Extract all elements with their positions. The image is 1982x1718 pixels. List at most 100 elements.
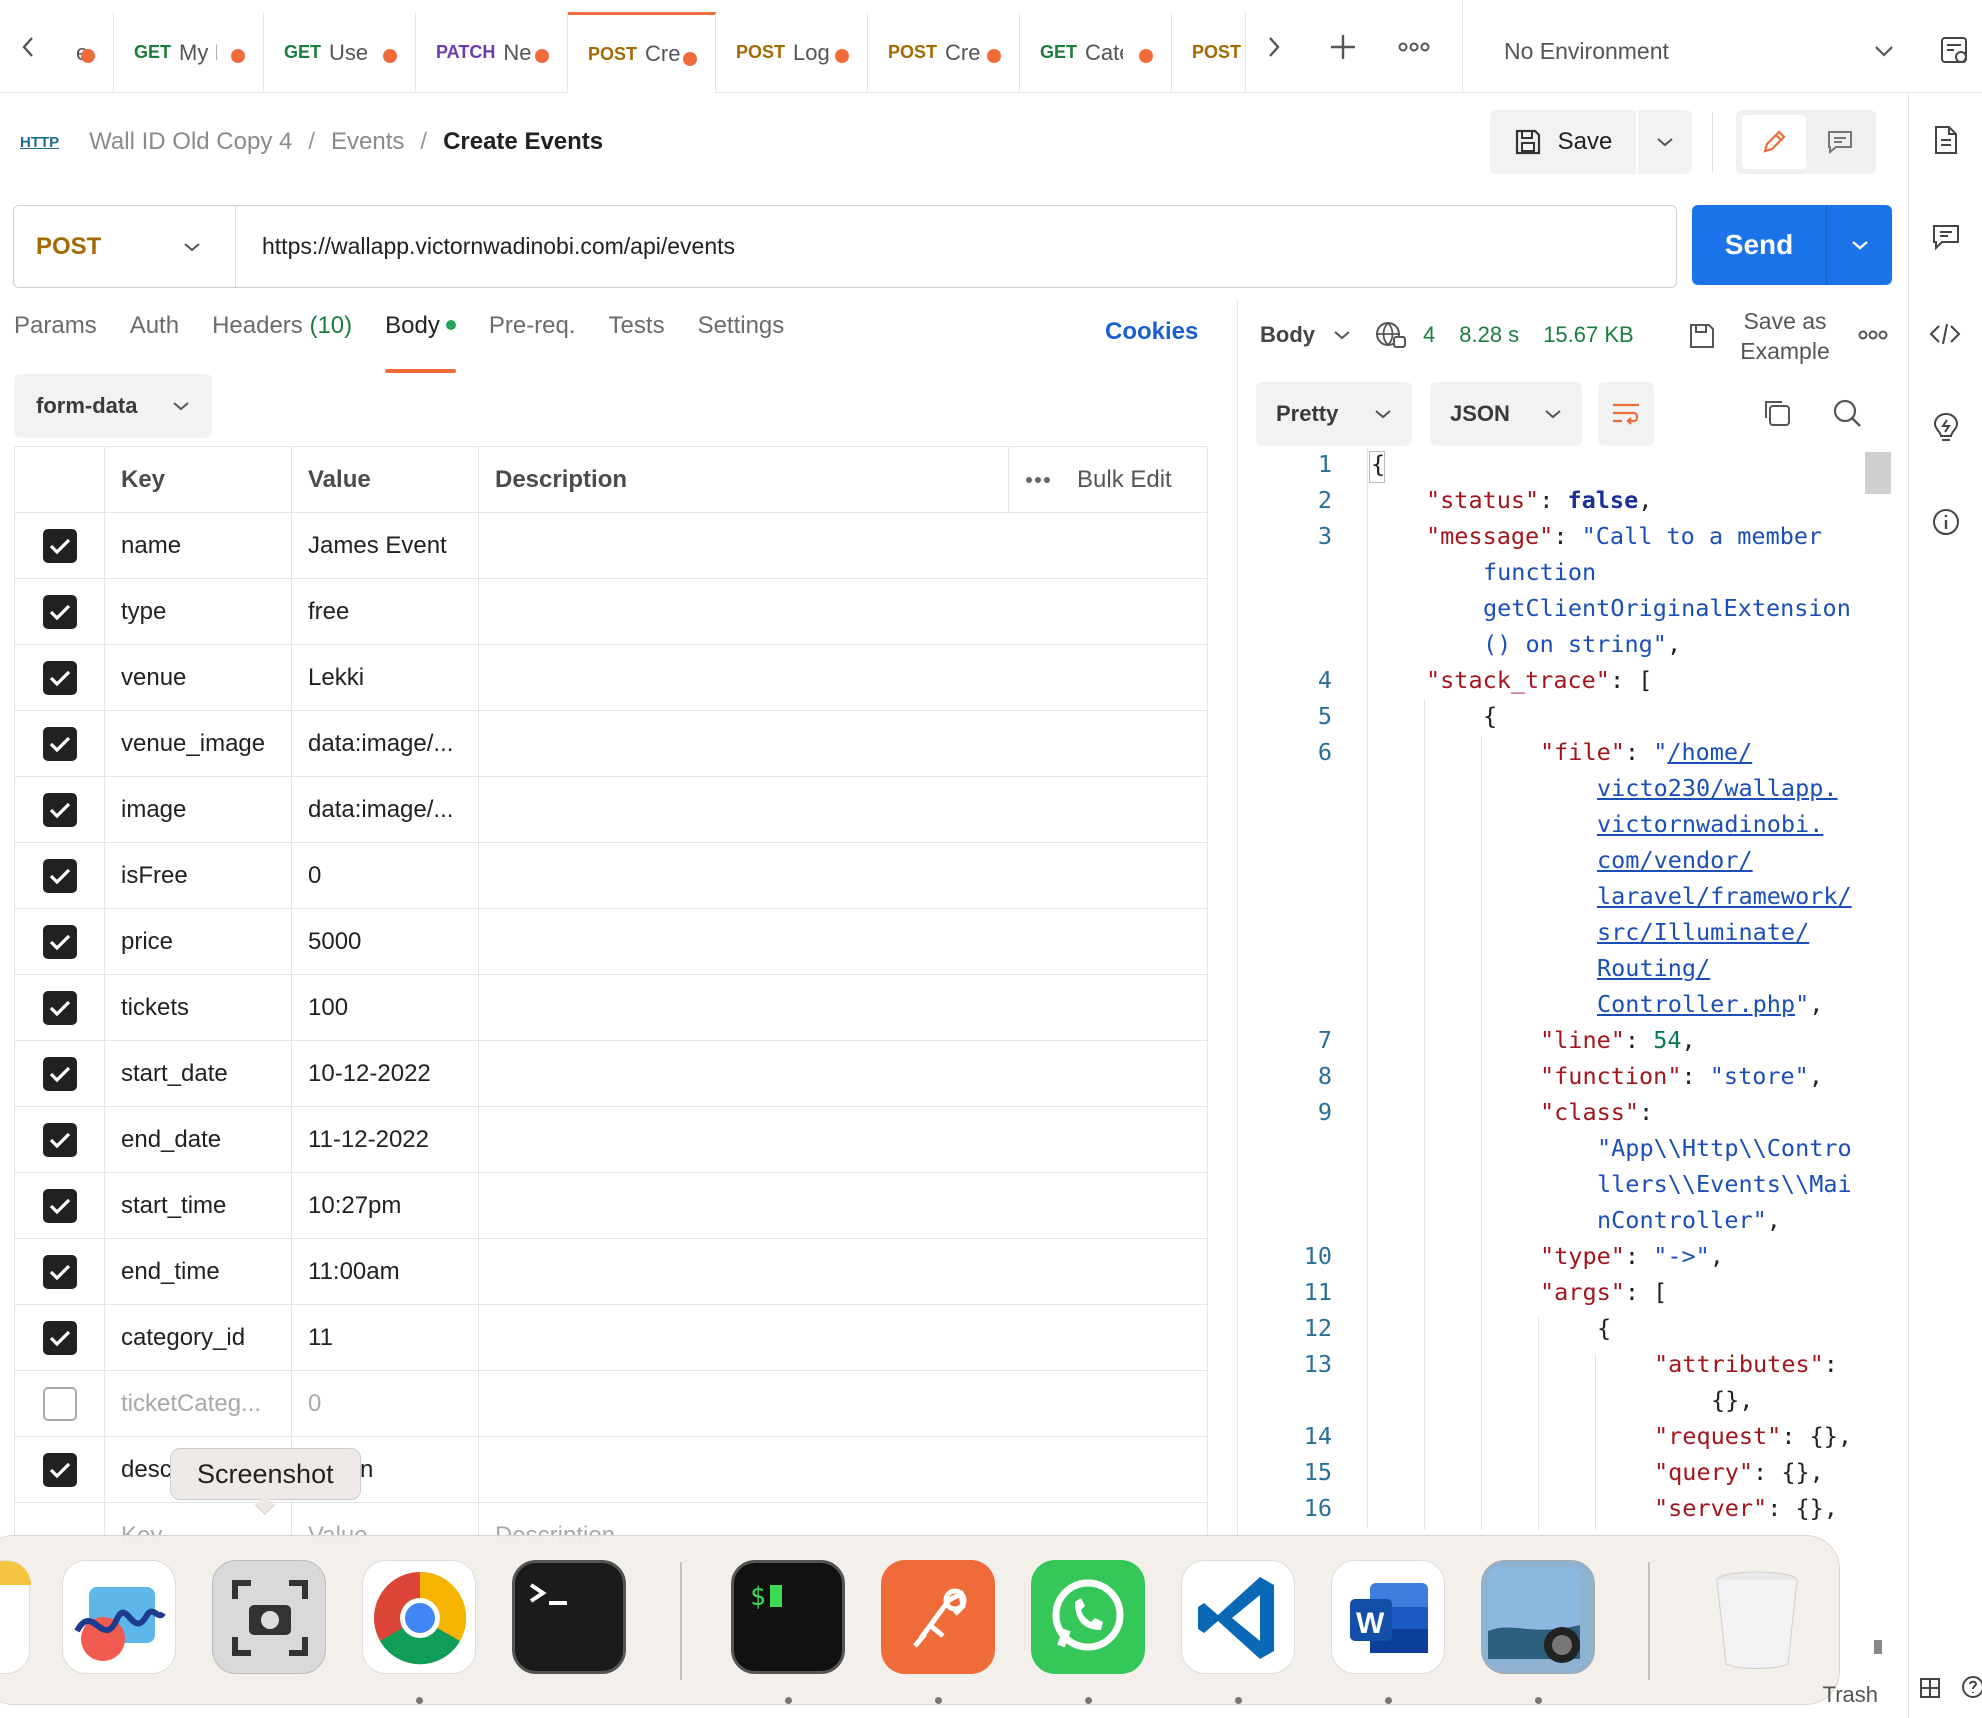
row-checkbox[interactable]	[43, 1122, 77, 1157]
breadcrumb-request-name[interactable]: Create Events	[443, 128, 603, 156]
environment-quick-look-button[interactable]	[1940, 36, 1970, 66]
dock-word-app[interactable]: W	[1331, 1560, 1445, 1674]
row-description[interactable]	[478, 1238, 1208, 1305]
dock-whatsapp-app[interactable]	[1031, 1560, 1145, 1674]
tab-options-button[interactable]	[1386, 0, 1442, 93]
row-checkbox[interactable]	[43, 1320, 77, 1355]
dock-chrome-app[interactable]	[362, 1560, 476, 1674]
row-description[interactable]	[478, 842, 1208, 909]
request-tab[interactable]: PATCH Ne	[416, 12, 568, 93]
row-key[interactable]: venue	[104, 644, 292, 711]
row-checkbox[interactable]	[43, 528, 77, 563]
chevron-down-icon[interactable]	[1333, 330, 1351, 340]
row-checkbox[interactable]	[43, 1188, 77, 1223]
status-code[interactable]: 4	[1423, 322, 1435, 348]
row-checkbox[interactable]	[43, 924, 77, 959]
row-checkbox[interactable]	[43, 990, 77, 1025]
tab-headers[interactable]: Headers (10)	[212, 312, 352, 358]
save-button[interactable]: Save	[1490, 110, 1636, 174]
wrap-lines-button[interactable]	[1598, 382, 1654, 446]
row-description[interactable]	[478, 1436, 1208, 1503]
row-checkbox[interactable]	[43, 726, 77, 761]
response-size[interactable]: 15.67 KB	[1543, 322, 1634, 348]
more-horizontal-icon[interactable]	[1025, 476, 1051, 484]
save-options-button[interactable]	[1638, 110, 1692, 174]
row-checkbox[interactable]	[43, 660, 77, 695]
request-tab[interactable]: POST Log	[716, 12, 868, 93]
row-key[interactable]: category_id	[104, 1304, 292, 1371]
dock-trash-app[interactable]	[1700, 1560, 1814, 1674]
new-tab-button[interactable]	[1315, 0, 1371, 93]
request-tab[interactable]: GET Cate	[1020, 12, 1172, 93]
row-description[interactable]	[478, 1106, 1208, 1173]
request-tab[interactable]: POST	[1172, 12, 1246, 93]
row-key[interactable]: isFree	[104, 842, 292, 909]
row-checkbox[interactable]	[43, 1452, 77, 1487]
row-description[interactable]	[478, 776, 1208, 843]
dock-notes-app[interactable]	[0, 1560, 31, 1674]
row-value[interactable]: 11:00am	[291, 1238, 479, 1305]
row-value[interactable]: 11-12-2022	[291, 1106, 479, 1173]
comments-button[interactable]	[1931, 223, 1961, 251]
row-description[interactable]	[478, 974, 1208, 1041]
row-value[interactable]: 100	[291, 974, 479, 1041]
row-description[interactable]	[478, 908, 1208, 975]
row-key[interactable]: name	[104, 512, 292, 579]
row-description[interactable]	[478, 578, 1208, 645]
related-collections-button[interactable]	[1931, 411, 1961, 445]
row-description[interactable]	[478, 1040, 1208, 1107]
tabs-scroll-left-button[interactable]	[0, 0, 56, 93]
row-key[interactable]: tickets	[104, 974, 292, 1041]
row-key[interactable]: end_time	[104, 1238, 292, 1305]
row-description[interactable]	[478, 644, 1208, 711]
row-key[interactable]: start_time	[104, 1172, 292, 1239]
request-tab[interactable]: GET My I	[114, 12, 264, 93]
cookies-link[interactable]: Cookies	[1105, 318, 1198, 346]
tab-params[interactable]: Params	[14, 312, 97, 358]
row-checkbox[interactable]	[43, 1386, 77, 1421]
row-key[interactable]: image	[104, 776, 292, 843]
tab-auth[interactable]: Auth	[130, 312, 179, 358]
row-checkbox[interactable]	[43, 858, 77, 893]
row-value[interactable]: 5000	[291, 908, 479, 975]
language-select[interactable]: JSON	[1430, 382, 1582, 446]
documentation-button[interactable]	[1933, 125, 1959, 155]
send-button[interactable]: Send	[1692, 205, 1827, 285]
tab-tests[interactable]: Tests	[609, 312, 665, 358]
row-description[interactable]	[478, 1370, 1208, 1437]
dock-screenshot-app[interactable]	[212, 1560, 326, 1674]
tab-prereq[interactable]: Pre-req.	[489, 312, 576, 358]
dock-freeform-app[interactable]	[62, 1560, 176, 1674]
row-checkbox[interactable]	[43, 792, 77, 827]
row-checkbox[interactable]	[43, 1254, 77, 1289]
breadcrumb-collection[interactable]: Wall ID Old Copy 4	[89, 128, 292, 156]
row-value[interactable]: 0	[291, 842, 479, 909]
row-key[interactable]: type	[104, 578, 292, 645]
row-value[interactable]: 10:27pm	[291, 1172, 479, 1239]
row-value[interactable]: James Event	[291, 512, 479, 579]
save-as-example-button[interactable]: Save as Example	[1688, 306, 1840, 366]
row-checkbox[interactable]	[43, 1056, 77, 1091]
search-response-button[interactable]	[1832, 398, 1862, 428]
environment-selector[interactable]: No Environment	[1504, 28, 1894, 74]
scrollbar-thumb[interactable]	[1865, 452, 1891, 494]
response-time[interactable]: 8.28 s	[1459, 322, 1519, 348]
comment-mode-button[interactable]	[1808, 115, 1872, 169]
url-input[interactable]: https://wallapp.victornwadinobi.com/api/…	[262, 233, 735, 260]
tab-body[interactable]: Body	[385, 312, 456, 373]
pretty-select[interactable]: Pretty	[1256, 382, 1412, 446]
row-value[interactable]: 0	[291, 1370, 479, 1437]
row-description[interactable]	[478, 710, 1208, 777]
row-description[interactable]	[478, 1172, 1208, 1239]
row-description[interactable]	[478, 512, 1208, 579]
request-tab[interactable]: POST Cre	[868, 12, 1020, 93]
row-description[interactable]	[478, 1304, 1208, 1371]
request-info-button[interactable]	[1931, 507, 1961, 537]
dock-vscode-app[interactable]	[1181, 1560, 1295, 1674]
row-key[interactable]: venue_image	[104, 710, 292, 777]
network-globe-icon[interactable]	[1375, 320, 1407, 350]
request-tab[interactable]: POST Cre	[568, 12, 716, 93]
request-tab[interactable]: GET User	[264, 12, 416, 93]
tab-settings[interactable]: Settings	[698, 312, 785, 358]
method-select[interactable]: POST	[14, 206, 236, 287]
